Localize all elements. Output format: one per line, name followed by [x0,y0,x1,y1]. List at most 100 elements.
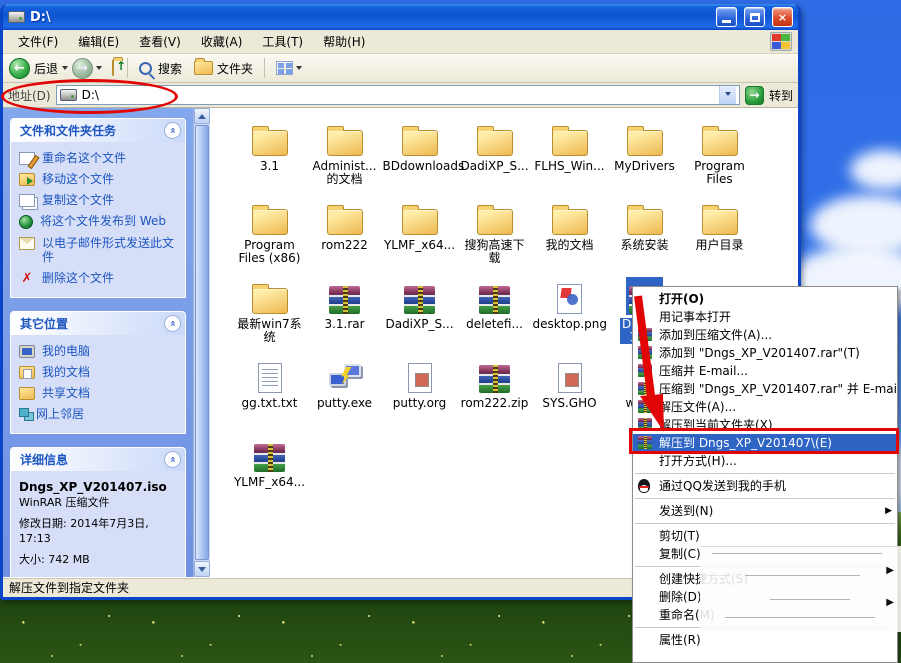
go-button[interactable]: → [745,86,764,105]
back-button[interactable]: ← 后退 [9,58,68,79]
menu-favorites[interactable]: 收藏(A) [192,30,252,53]
go-label[interactable]: 转到 [769,87,793,104]
forward-dropdown-icon[interactable] [96,66,102,73]
folder-icon [477,209,513,235]
up-folder-icon [112,60,114,76]
folders-button[interactable]: 文件夹 [190,60,257,77]
menu-compress-email[interactable]: 压缩并 E-mail... [633,362,897,380]
collapse-chevron-icon[interactable]: « [164,315,181,332]
forward-button[interactable]: → [72,58,102,79]
back-dropdown-icon[interactable] [62,66,68,73]
menu-add-to-archive[interactable]: 添加到压缩文件(A)... [633,326,897,344]
up-button[interactable]: ↑ [112,61,114,75]
place-shared-documents[interactable]: 共享文档 [19,386,181,400]
file-item[interactable]: rom222.zip [457,356,532,435]
folders-icon [194,61,213,75]
scrollbar-thumb[interactable] [195,125,209,560]
task-delete[interactable]: ✗删除这个文件 [19,271,181,285]
menu-file[interactable]: 文件(F) [9,30,67,53]
toolbar-separator [264,58,265,78]
menu-extract-files[interactable]: 解压文件(A)... [633,398,897,416]
menu-view[interactable]: 查看(V) [130,30,190,53]
file-item[interactable]: rom222 [307,198,382,277]
task-email[interactable]: 以电子邮件形式发送此文件 [19,236,181,264]
task-publish-web[interactable]: 将这个文件发布到 Web [19,214,181,229]
section-title: 详细信息 [20,451,68,468]
file-item[interactable]: 系统安装 [607,198,682,277]
address-dropdown-button[interactable] [719,86,736,104]
place-my-documents[interactable]: 我的文档 [19,365,181,379]
minimize-button[interactable] [716,7,737,27]
text-file-icon [258,363,282,393]
email-icon [19,237,35,250]
task-move[interactable]: 移动这个文件 [19,172,181,186]
scroll-up-button[interactable] [194,108,210,124]
search-button[interactable]: 搜索 [135,60,186,77]
menu-extract-here[interactable]: 解压到当前文件夹(X) [633,416,897,434]
menu-compress-named-email[interactable]: 压缩到 "Dngs_XP_V201407.rar" 并 E-mail [633,380,897,398]
address-bar: 地址(D) D:\ → 转到 [3,83,798,108]
menu-separator [635,498,895,499]
menu-tools[interactable]: 工具(T) [253,30,312,53]
file-item[interactable]: SYS.GHO [532,356,607,435]
menu-separator [635,523,895,524]
task-rename[interactable]: 重命名这个文件 [19,151,181,165]
place-network[interactable]: 网上邻居 [19,407,181,421]
menu-open-notepad[interactable]: 用记事本打开 [633,308,897,326]
maximize-button[interactable] [744,7,765,27]
file-item[interactable]: YLMF_x64... [232,435,307,514]
file-item[interactable]: BDdownloads [382,119,457,198]
address-input[interactable]: D:\ [56,85,740,105]
scroll-down-button[interactable] [194,561,210,577]
task-copy[interactable]: 复制这个文件 [19,193,181,207]
collapse-chevron-icon[interactable]: « [164,451,181,468]
file-item[interactable]: gg.txt.txt [232,356,307,435]
shared-documents-icon [19,387,35,400]
title-bar[interactable]: D:\ × [3,4,798,30]
my-computer-icon [19,345,35,358]
collapse-chevron-icon[interactable]: « [164,122,181,139]
menu-extract-to-folder[interactable]: 解压到 Dngs_XP_V201407\(E) [633,434,897,452]
file-item[interactable]: Administ... 的文档 [307,119,382,198]
file-item[interactable]: DadiXP_S... [382,277,457,356]
menu-help[interactable]: 帮助(H) [314,30,374,53]
menu-edit[interactable]: 编辑(E) [69,30,128,53]
menu-send-to[interactable]: 发送到(N)▶ [633,502,897,520]
file-item[interactable]: putty.exe [307,356,382,435]
file-item[interactable]: 用户目录 [682,198,757,277]
menu-add-to-named-archive[interactable]: 添加到 "Dngs_XP_V201407.rar"(T) [633,344,897,362]
my-documents-icon [19,366,35,379]
panel-scrollbar[interactable] [193,108,210,577]
copy-icon [19,194,35,207]
file-item[interactable]: desktop.png [532,277,607,356]
file-item[interactable]: DadiXP_S... [457,119,532,198]
file-item[interactable]: MyDrivers [607,119,682,198]
winrar-icon [638,346,652,359]
place-my-computer[interactable]: 我的电脑 [19,344,181,358]
close-button[interactable]: × [772,7,793,27]
file-item[interactable]: 最新win7系 统 [232,277,307,356]
file-item[interactable]: FLHS_Win... [532,119,607,198]
file-item[interactable]: Program Files (x86) [232,198,307,277]
file-item[interactable]: deletefi... [457,277,532,356]
folder-icon [252,130,288,156]
menu-open[interactable]: 打开(O) [633,290,897,308]
folder-icon [327,130,363,156]
file-item[interactable]: YLMF_x64... [382,198,457,277]
winrar-icon [254,444,285,472]
menu-qq-send[interactable]: 通过QQ发送到我的手机 [633,477,897,495]
file-item[interactable]: 搜狗高速下 载 [457,198,532,277]
winrar-icon [479,286,510,314]
file-item[interactable]: putty.org [382,356,457,435]
file-item[interactable]: Program Files [682,119,757,198]
file-item[interactable]: 3.1 [232,119,307,198]
file-item[interactable]: 3.1.rar [307,277,382,356]
menu-properties[interactable]: 属性(R) [633,631,897,649]
status-text: 解压文件到指定文件夹 [9,579,129,596]
menu-open-with[interactable]: 打开方式(H)... [633,452,897,470]
section-other-places: 其它位置 « 我的电脑 我的文档 共享文档 网上邻居 [10,311,186,434]
menu-cut[interactable]: 剪切(T) [633,527,897,545]
file-item[interactable]: 我的文档 [532,198,607,277]
views-button[interactable] [272,61,306,75]
menu-bar: 文件(F) 编辑(E) 查看(V) 收藏(A) 工具(T) 帮助(H) [3,30,798,54]
